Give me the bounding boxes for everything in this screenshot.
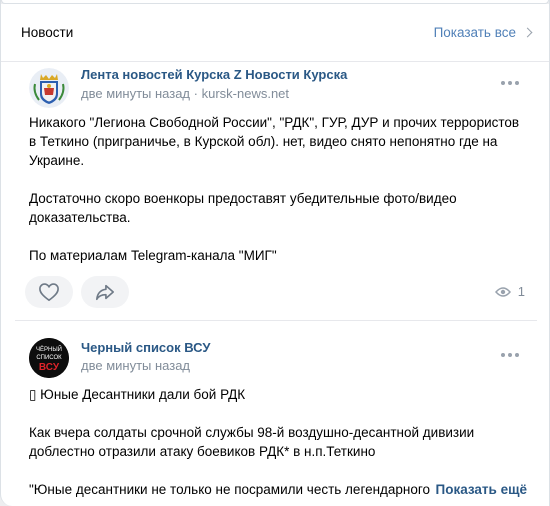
post-author-link[interactable]: Лента новостей Курска Z Новости Курска [81,67,347,82]
show-more-link[interactable]: Показать ещё [433,480,527,499]
post-text: Никакого "Легиона Свободной России", "РД… [29,113,527,265]
post-paragraph: Никакого "Легиона Свободной России", "РД… [29,115,520,168]
post-paragraph: Достаточно скоро военкоры предоставят уб… [29,191,457,225]
post-meta: две минуты назад [81,358,190,373]
news-header: Новости Показать все [21,22,533,42]
like-button[interactable] [25,276,73,308]
post-paragraph: "Юные десантники не только не посрамили … [29,482,431,497]
eye-icon [494,286,511,297]
post-paragraph: Как вчера солдаты срочной службы 98-й во… [29,425,475,459]
section-title: Новости [21,24,74,40]
post-paragraph-truncated: "Юные десантники не только не посрамили … [29,480,527,499]
post-text: ▯ Юные Десантники дали бой РДК Как вчера… [29,385,527,499]
more-options-icon[interactable] [501,353,519,357]
avatar[interactable]: ЧЁРНЫЙ СПИСОК ВСУ [29,338,69,378]
svg-text:СПИСОК: СПИСОК [36,355,62,361]
meta-separator: · [193,86,202,101]
share-button[interactable] [81,276,129,308]
chevron-right-icon [522,27,533,37]
show-all-link[interactable]: Показать все [433,24,533,40]
svg-text:ЧЁРНЫЙ: ЧЁРНЫЙ [36,345,62,353]
heart-icon [39,283,59,302]
card-top-edge [1,0,549,4]
avatar[interactable] [29,68,69,108]
show-all-label: Показать все [433,24,516,40]
svg-text:ВСУ: ВСУ [39,362,60,373]
post-paragraph: По материалам Telegram-канала "МИГ" [29,248,277,263]
post-meta: две минуты назад · kursk-news.net [81,86,289,101]
views-counter: 1 [494,284,525,299]
blacklist-logo-icon: ЧЁРНЫЙ СПИСОК ВСУ [29,338,69,378]
post-time[interactable]: две минуты назад [81,358,190,373]
views-count: 1 [517,284,525,299]
post-card: ЧЁРНЫЙ СПИСОК ВСУ Черный список ВСУ две … [1,321,549,506]
post-author-link[interactable]: Черный список ВСУ [81,340,210,355]
coat-of-arms-icon [29,68,69,108]
post-card: Лента новостей Курска Z Новости Курска д… [1,62,549,324]
post-time[interactable]: две минуты назад [81,86,190,101]
more-options-icon[interactable] [501,81,519,85]
share-arrow-icon [96,284,114,301]
post-source-link[interactable]: kursk-news.net [202,86,289,101]
news-widget: Новости Показать все Лента новостей Курс… [0,0,550,506]
post-paragraph: ▯ Юные Десантники дали бой РДК [29,387,246,402]
